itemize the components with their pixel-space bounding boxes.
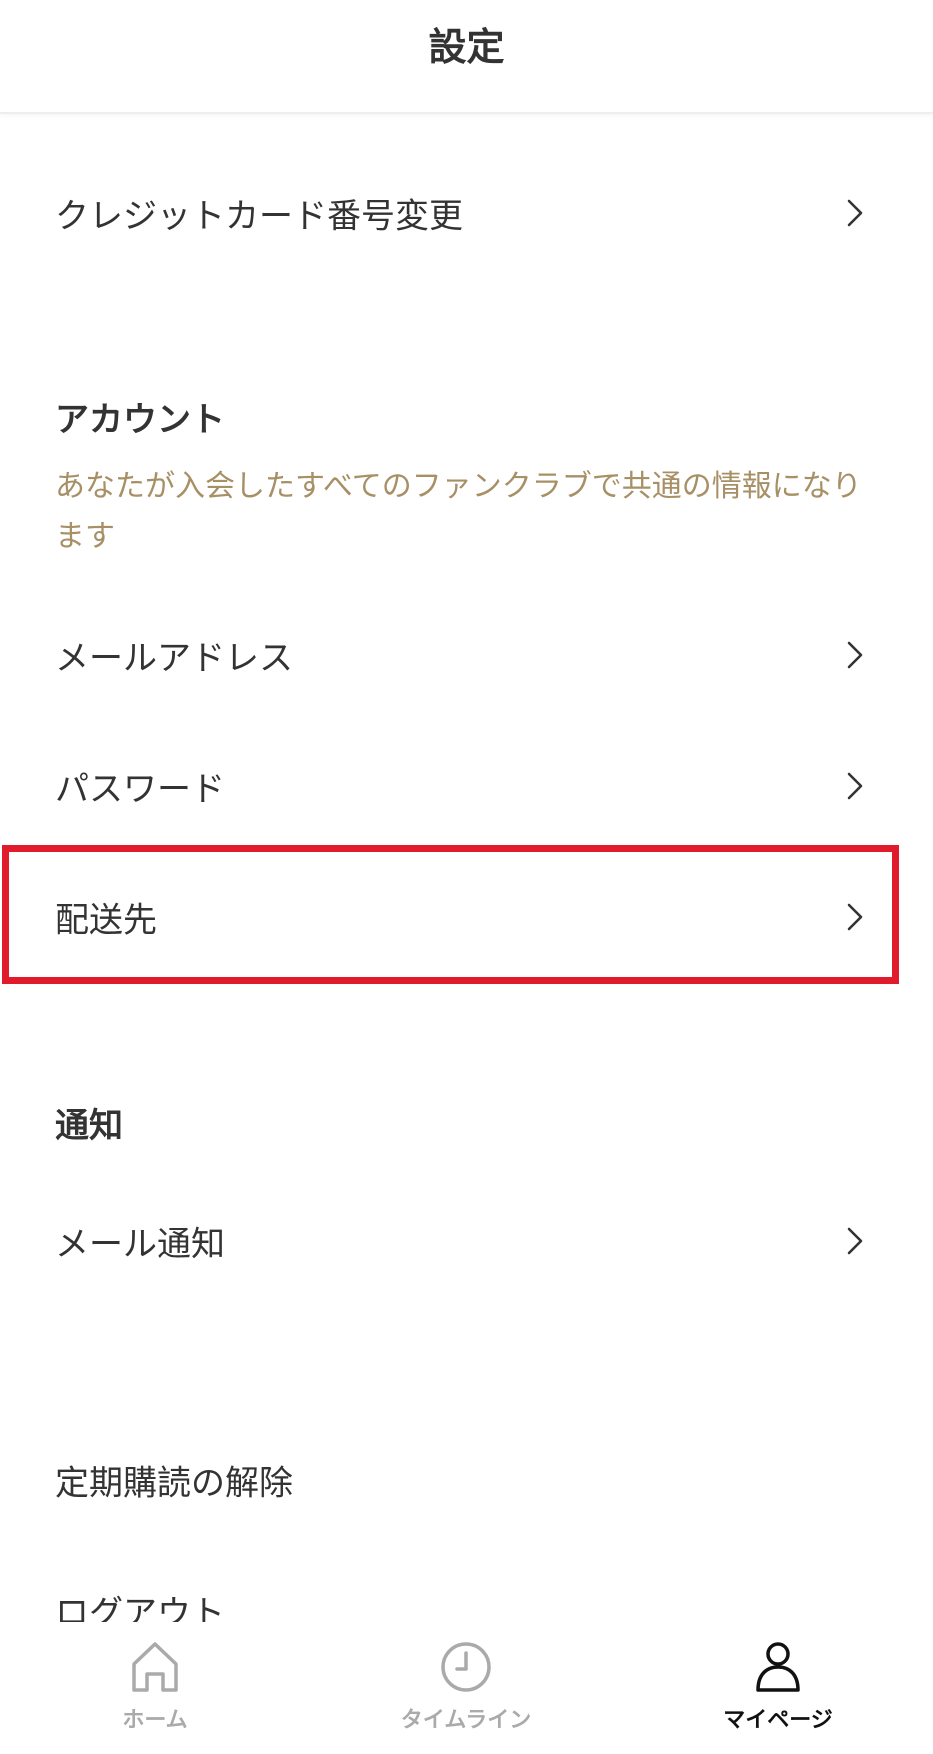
account-section-title: アカウント — [55, 400, 225, 440]
chevron-right-icon — [847, 199, 863, 227]
chevron-right-icon — [847, 641, 863, 669]
tab-home-label: ホーム — [122, 1708, 188, 1733]
clock-icon — [441, 1642, 491, 1692]
tab-mypage-label: マイページ — [723, 1708, 833, 1733]
email-row[interactable]: メールアドレス — [0, 600, 933, 710]
tab-mypage[interactable]: マイページ — [668, 1622, 888, 1754]
mail-notification-label: メール通知 — [55, 1224, 225, 1265]
unsubscribe-label: 定期購読の解除 — [55, 1463, 293, 1504]
header-bar: 設定 — [0, 0, 933, 114]
account-section-note: あなたが入会したすべてのファンクラブで共通の情報になります — [55, 469, 862, 554]
highlight-box — [2, 845, 899, 984]
chevron-right-icon — [847, 772, 863, 800]
tab-timeline[interactable]: タイムライン — [356, 1622, 576, 1754]
bottom-tab-bar: ホーム タイムライン マイページ — [0, 1622, 933, 1754]
home-icon — [132, 1642, 178, 1692]
mail-notification-row[interactable]: メール通知 — [0, 1186, 933, 1296]
password-row[interactable]: パスワード — [0, 731, 933, 841]
person-icon — [756, 1642, 800, 1692]
tab-home[interactable]: ホーム — [45, 1622, 265, 1754]
chevron-right-icon — [847, 1227, 863, 1255]
tab-timeline-label: タイムライン — [400, 1708, 532, 1733]
notification-section-title: 通知 — [55, 1106, 123, 1146]
password-label: パスワード — [55, 769, 225, 810]
email-label: メールアドレス — [55, 638, 293, 679]
credit-card-label: クレジットカード番号変更 — [55, 196, 463, 237]
credit-card-row[interactable]: クレジットカード番号変更 — [0, 158, 933, 268]
page-title: 設定 — [428, 25, 505, 69]
unsubscribe-row[interactable]: 定期購読の解除 — [0, 1425, 933, 1535]
